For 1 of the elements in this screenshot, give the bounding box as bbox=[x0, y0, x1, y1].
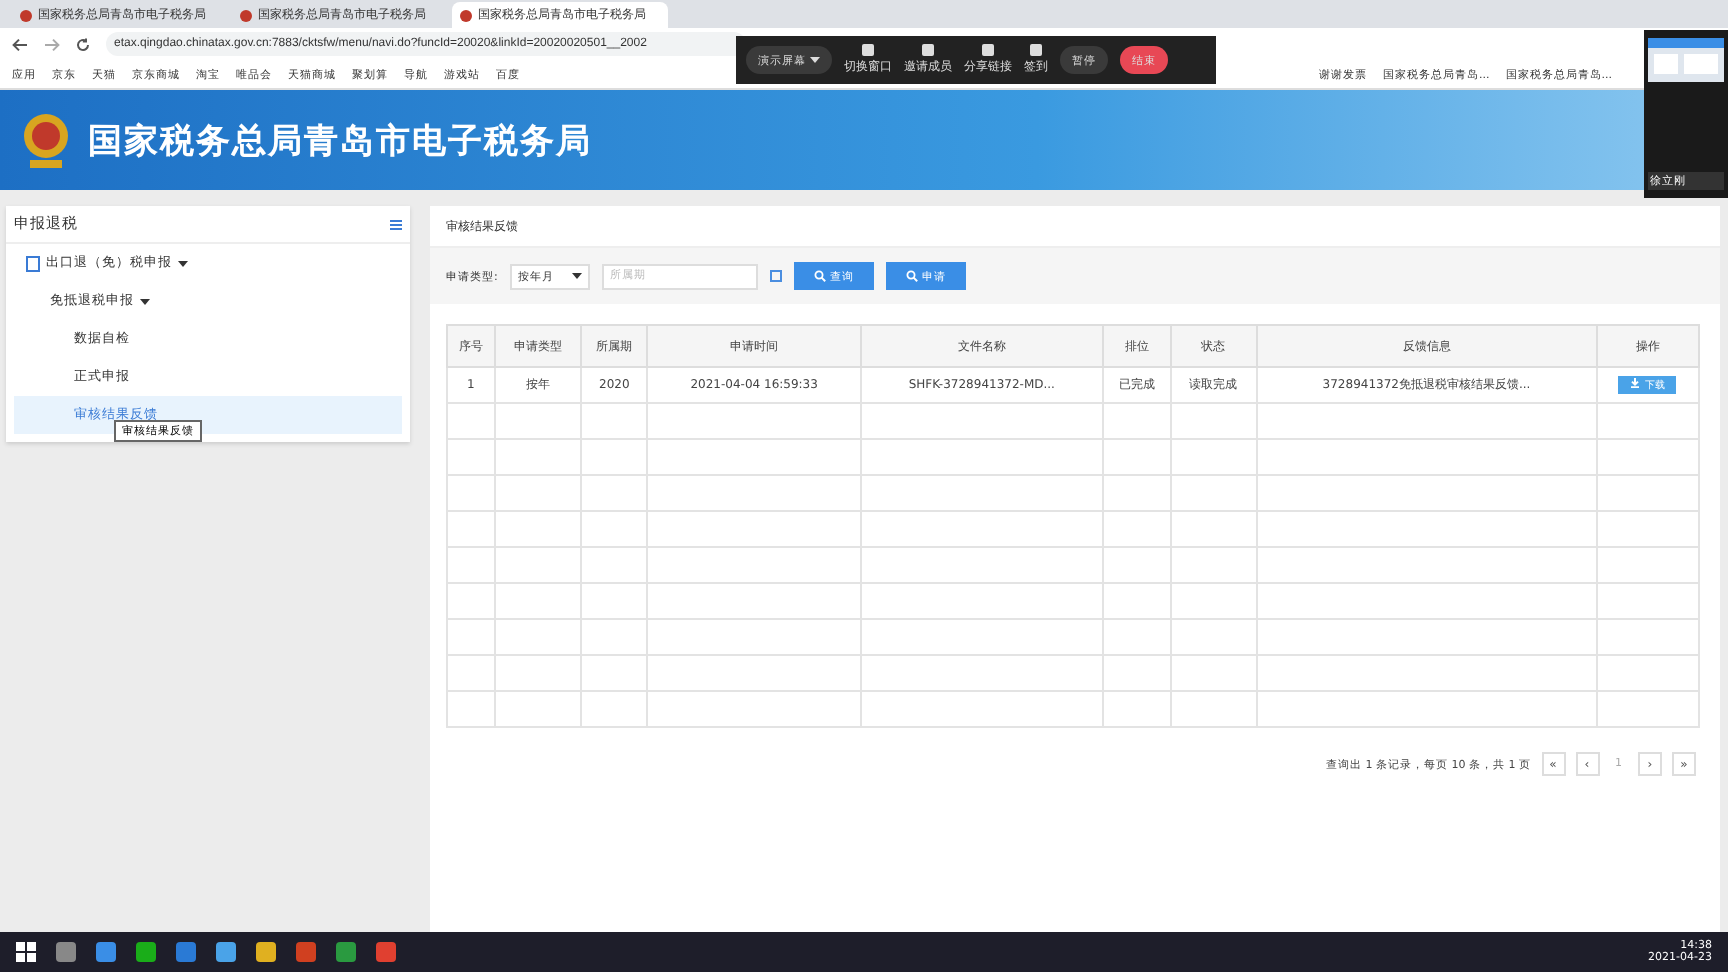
site-title: 国家税务总局青岛市电子税务局 bbox=[88, 119, 592, 163]
